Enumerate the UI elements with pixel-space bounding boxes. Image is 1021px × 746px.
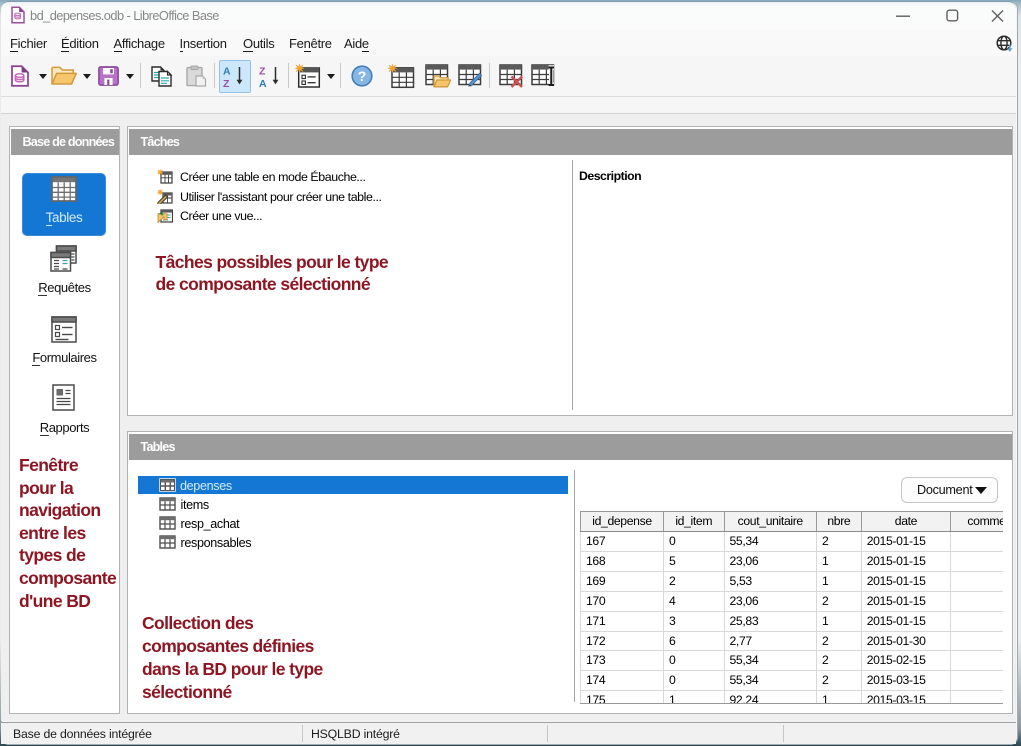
svg-text:?: ? <box>358 68 367 84</box>
svg-text:Z: Z <box>259 66 266 78</box>
svg-text:A: A <box>259 78 267 89</box>
svg-text:A: A <box>223 66 231 78</box>
svg-text:Z: Z <box>223 78 230 89</box>
